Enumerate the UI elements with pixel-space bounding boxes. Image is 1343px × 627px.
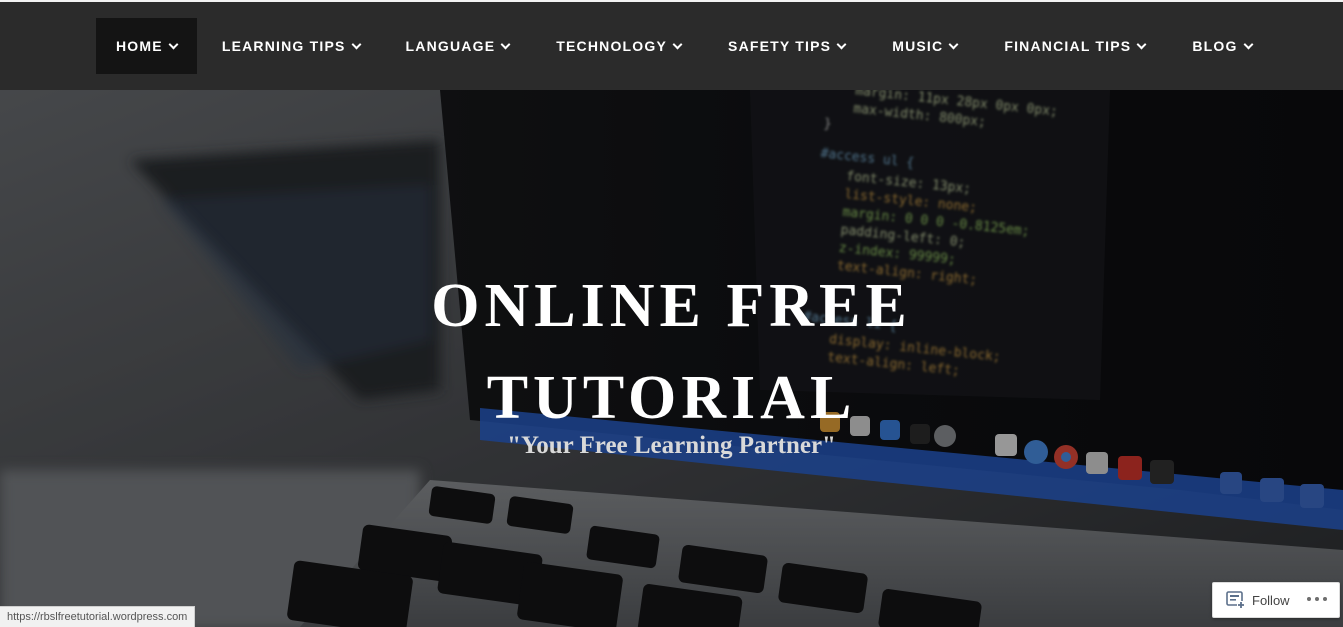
nav-item-home[interactable]: HOME xyxy=(96,18,197,74)
nav-item-technology[interactable]: TECHNOLOGY xyxy=(556,18,683,74)
nav-item-financial-tips[interactable]: FINANCIAL TIPS xyxy=(1004,18,1147,74)
chevron-down-icon xyxy=(672,39,683,49)
nav-item-label: TECHNOLOGY xyxy=(556,38,668,54)
nav-item-label: MUSIC xyxy=(892,38,944,54)
more-horizontal-icon[interactable] xyxy=(1306,594,1328,604)
site-title-line-1: ONLINE FREE xyxy=(431,272,912,340)
nav-item-learning-tips[interactable]: LEARNING TIPS xyxy=(221,18,361,74)
chevron-down-icon xyxy=(351,39,361,49)
nav-item-label: LANGUAGE xyxy=(405,38,496,54)
page: HOME LEARNING TIPS LANGUAGE TECHNOLOGY S… xyxy=(0,0,1343,627)
nav-item-label: HOME xyxy=(116,38,163,54)
nav-item-music[interactable]: MUSIC xyxy=(892,18,959,74)
chevron-down-icon xyxy=(948,39,959,49)
chevron-down-icon xyxy=(1136,39,1147,49)
nav-item-label: BLOG xyxy=(1192,38,1238,54)
site-tagline: "Your Free Learning Partner" xyxy=(507,432,836,459)
chevron-down-icon xyxy=(836,39,847,49)
nav-item-label: FINANCIAL TIPS xyxy=(1004,38,1132,54)
site-title-line-2: TUTORIAL xyxy=(486,364,857,432)
nav-item-label: SAFETY TIPS xyxy=(728,38,832,54)
main-navigation: HOME LEARNING TIPS LANGUAGE TECHNOLOGY S… xyxy=(0,2,1343,90)
nav-item-safety-tips[interactable]: SAFETY TIPS xyxy=(728,18,847,74)
nav-item-blog[interactable]: BLOG xyxy=(1192,18,1254,74)
nav-menu: HOME LEARNING TIPS LANGUAGE TECHNOLOGY S… xyxy=(96,18,1254,74)
chevron-down-icon xyxy=(168,39,179,49)
follow-label: Follow xyxy=(1252,592,1290,608)
nav-item-label: LEARNING TIPS xyxy=(221,38,346,54)
browser-status-url: https://rbslfreetutorial.wordpress.com xyxy=(0,606,196,627)
chevron-down-icon xyxy=(500,39,511,49)
site-title[interactable]: ONLINE FREE TUTORIAL xyxy=(0,260,1343,444)
chevron-down-icon xyxy=(1243,39,1254,49)
nav-item-language[interactable]: LANGUAGE xyxy=(405,18,511,74)
reader-follow-icon xyxy=(1226,591,1245,609)
hero-header: margin: 11px 28px 0px 0px; max-width: 80… xyxy=(0,90,1343,627)
